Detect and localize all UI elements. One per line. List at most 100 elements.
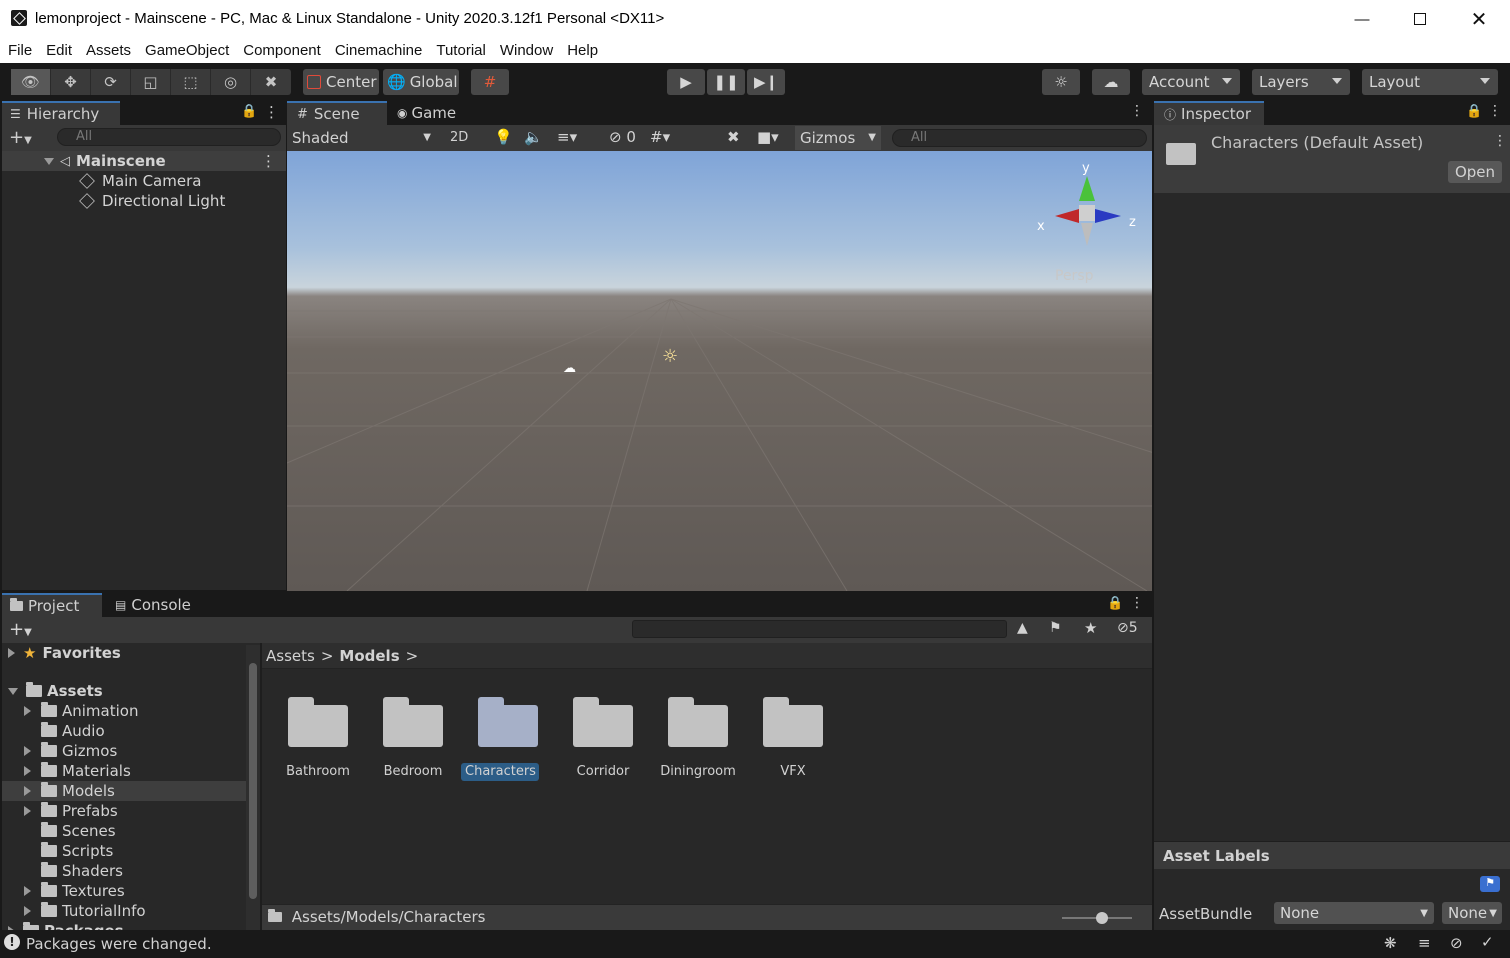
- scale-tool-icon[interactable]: ◱: [131, 69, 171, 95]
- menu-tutorial[interactable]: Tutorial: [436, 42, 485, 59]
- asset-labels-header[interactable]: Asset Labels: [1154, 841, 1510, 869]
- folder-item-bedroom[interactable]: [383, 697, 443, 747]
- shading-mode-dropdown[interactable]: Shaded ▼: [287, 127, 437, 149]
- layout-dropdown[interactable]: Layout: [1362, 69, 1498, 95]
- expand-arrow-icon[interactable]: [44, 157, 54, 165]
- hierarchy-item-directional-light[interactable]: Directional Light: [2, 191, 286, 211]
- hidden-objects-toggle[interactable]: ⊘ 0: [609, 128, 636, 146]
- add-icon[interactable]: +▼: [9, 127, 32, 148]
- folder-item-label[interactable]: Characters: [461, 763, 539, 781]
- scene-viewport[interactable]: ☁ ☼ y x z Persp: [287, 151, 1152, 591]
- expand-arrow-icon[interactable]: [24, 742, 41, 760]
- kebab-menu-icon[interactable]: ⋮: [1130, 595, 1144, 611]
- assetbundle-dropdown[interactable]: None ▼: [1274, 902, 1434, 924]
- scene-menu-icon[interactable]: ⋮: [261, 152, 276, 170]
- camera-icon[interactable]: ■▾: [757, 128, 779, 146]
- tab-inspector[interactable]: ⓘ Inspector: [1154, 101, 1264, 125]
- progress-check-icon[interactable]: ✓: [1481, 933, 1494, 951]
- project-search-input[interactable]: [632, 620, 1007, 638]
- hidden-packages-toggle[interactable]: ⊘5: [1117, 620, 1138, 636]
- minimize-icon[interactable]: —: [1339, 0, 1385, 38]
- tree-item-shaders[interactable]: Shaders: [2, 861, 246, 881]
- hierarchy-item-main-camera[interactable]: Main Camera: [2, 171, 286, 191]
- audio-icon[interactable]: 🔈: [524, 128, 543, 146]
- open-button[interactable]: Open: [1448, 161, 1502, 183]
- tree-scrollbar[interactable]: [246, 645, 260, 931]
- tree-item-gizmos[interactable]: Gizmos: [2, 741, 246, 761]
- tab-hierarchy[interactable]: ☰ Hierarchy: [2, 101, 120, 125]
- bug-icon[interactable]: ❋: [1384, 934, 1397, 952]
- tree-item-materials[interactable]: Materials: [2, 761, 246, 781]
- menu-help[interactable]: Help: [567, 42, 598, 59]
- menu-component[interactable]: Component: [243, 42, 321, 59]
- folder-item-label[interactable]: Diningroom: [648, 763, 748, 781]
- tab-project[interactable]: Project: [2, 593, 102, 617]
- cache-icon[interactable]: ≡: [1418, 934, 1431, 952]
- tab-console[interactable]: ▤ Console: [105, 593, 205, 617]
- move-tool-icon[interactable]: ✥: [51, 69, 91, 95]
- rect-tool-icon[interactable]: ⬚: [171, 69, 211, 95]
- tree-item-animation[interactable]: Animation: [2, 701, 246, 721]
- expand-arrow-icon[interactable]: [8, 648, 15, 658]
- folder-item-diningroom[interactable]: [668, 697, 728, 747]
- tab-game[interactable]: ◉ Game: [387, 101, 467, 125]
- 2d-toggle[interactable]: 2D: [450, 130, 468, 145]
- label-tag-icon[interactable]: ⚑: [1480, 876, 1500, 892]
- camera-gizmo-icon[interactable]: ☁: [563, 361, 576, 376]
- lock-icon[interactable]: 🔒: [241, 104, 257, 119]
- expand-arrow-icon[interactable]: [24, 802, 41, 820]
- scene-row[interactable]: ◁ Mainscene ⋮: [2, 151, 286, 171]
- auto-generate-icon[interactable]: ⊘: [1450, 934, 1463, 952]
- folder-item-vfx[interactable]: [763, 697, 823, 747]
- breadcrumb-models[interactable]: Models: [339, 647, 399, 665]
- effects-icon[interactable]: ≡▾: [557, 128, 577, 146]
- lock-icon[interactable]: 🔒: [1107, 596, 1123, 611]
- hierarchy-search-input[interactable]: All: [57, 128, 281, 146]
- transform-tool-icon[interactable]: ◎: [211, 69, 251, 95]
- account-dropdown[interactable]: Account: [1142, 69, 1240, 95]
- favorite-star-icon[interactable]: ★: [1084, 619, 1097, 637]
- light-gizmo-icon[interactable]: ☼: [662, 346, 678, 367]
- gizmos-dropdown[interactable]: Gizmos ▼: [795, 126, 881, 150]
- scrollbar-thumb[interactable]: [249, 663, 257, 899]
- folder-item-corridor[interactable]: [573, 697, 633, 747]
- tab-scene[interactable]: # Scene: [287, 101, 387, 125]
- pause-button[interactable]: ❚❚: [707, 69, 745, 95]
- folder-item-characters[interactable]: [478, 697, 538, 747]
- kebab-menu-icon[interactable]: ⋮: [1493, 133, 1507, 149]
- expand-arrow-icon[interactable]: [24, 882, 41, 900]
- custom-tool-icon[interactable]: ✖: [251, 69, 291, 95]
- folder-item-label[interactable]: Bathroom: [268, 763, 368, 781]
- kebab-menu-icon[interactable]: ⋮: [1130, 103, 1144, 119]
- favorites-row[interactable]: ★ Favorites: [2, 643, 246, 663]
- lighting-icon[interactable]: 💡: [494, 128, 513, 146]
- tree-item-scripts[interactable]: Scripts: [2, 841, 246, 861]
- projection-label[interactable]: Persp: [1055, 268, 1094, 284]
- filter-by-type-icon[interactable]: ▲: [1017, 620, 1028, 636]
- layers-dropdown[interactable]: Layers: [1252, 69, 1350, 95]
- folder-item-label[interactable]: VFX: [743, 763, 843, 781]
- kebab-menu-icon[interactable]: ⋮: [1488, 103, 1502, 119]
- breadcrumb-assets[interactable]: Assets: [266, 647, 315, 665]
- variant-dropdown[interactable]: None ▼: [1442, 902, 1502, 924]
- cloud-icon[interactable]: ☁: [1092, 69, 1130, 95]
- step-button[interactable]: ▶❙: [747, 69, 785, 95]
- menu-edit[interactable]: Edit: [46, 42, 72, 59]
- tree-item-textures[interactable]: Textures: [2, 881, 246, 901]
- lock-icon[interactable]: 🔒: [1466, 104, 1482, 119]
- chevron-right-icon[interactable]: >: [406, 647, 419, 665]
- splitter[interactable]: [260, 643, 262, 930]
- expand-arrow-icon[interactable]: [24, 782, 41, 800]
- tree-item-prefabs[interactable]: Prefabs: [2, 801, 246, 821]
- tree-item-audio[interactable]: Audio: [2, 721, 246, 741]
- slider-thumb[interactable]: [1096, 912, 1108, 924]
- menu-gameobject[interactable]: GameObject: [145, 42, 229, 59]
- expand-arrow-icon[interactable]: [24, 762, 41, 780]
- close-icon[interactable]: ✕: [1456, 0, 1502, 38]
- tree-item-tutorialinfo[interactable]: TutorialInfo: [2, 901, 246, 921]
- grid-toggle-icon[interactable]: #▾: [650, 128, 670, 146]
- pivot-toggle[interactable]: Center: [303, 69, 379, 95]
- packages-row[interactable]: Packages: [2, 921, 246, 930]
- folder-item-label[interactable]: Bedroom: [363, 763, 463, 781]
- tools-icon[interactable]: ✖: [727, 128, 740, 146]
